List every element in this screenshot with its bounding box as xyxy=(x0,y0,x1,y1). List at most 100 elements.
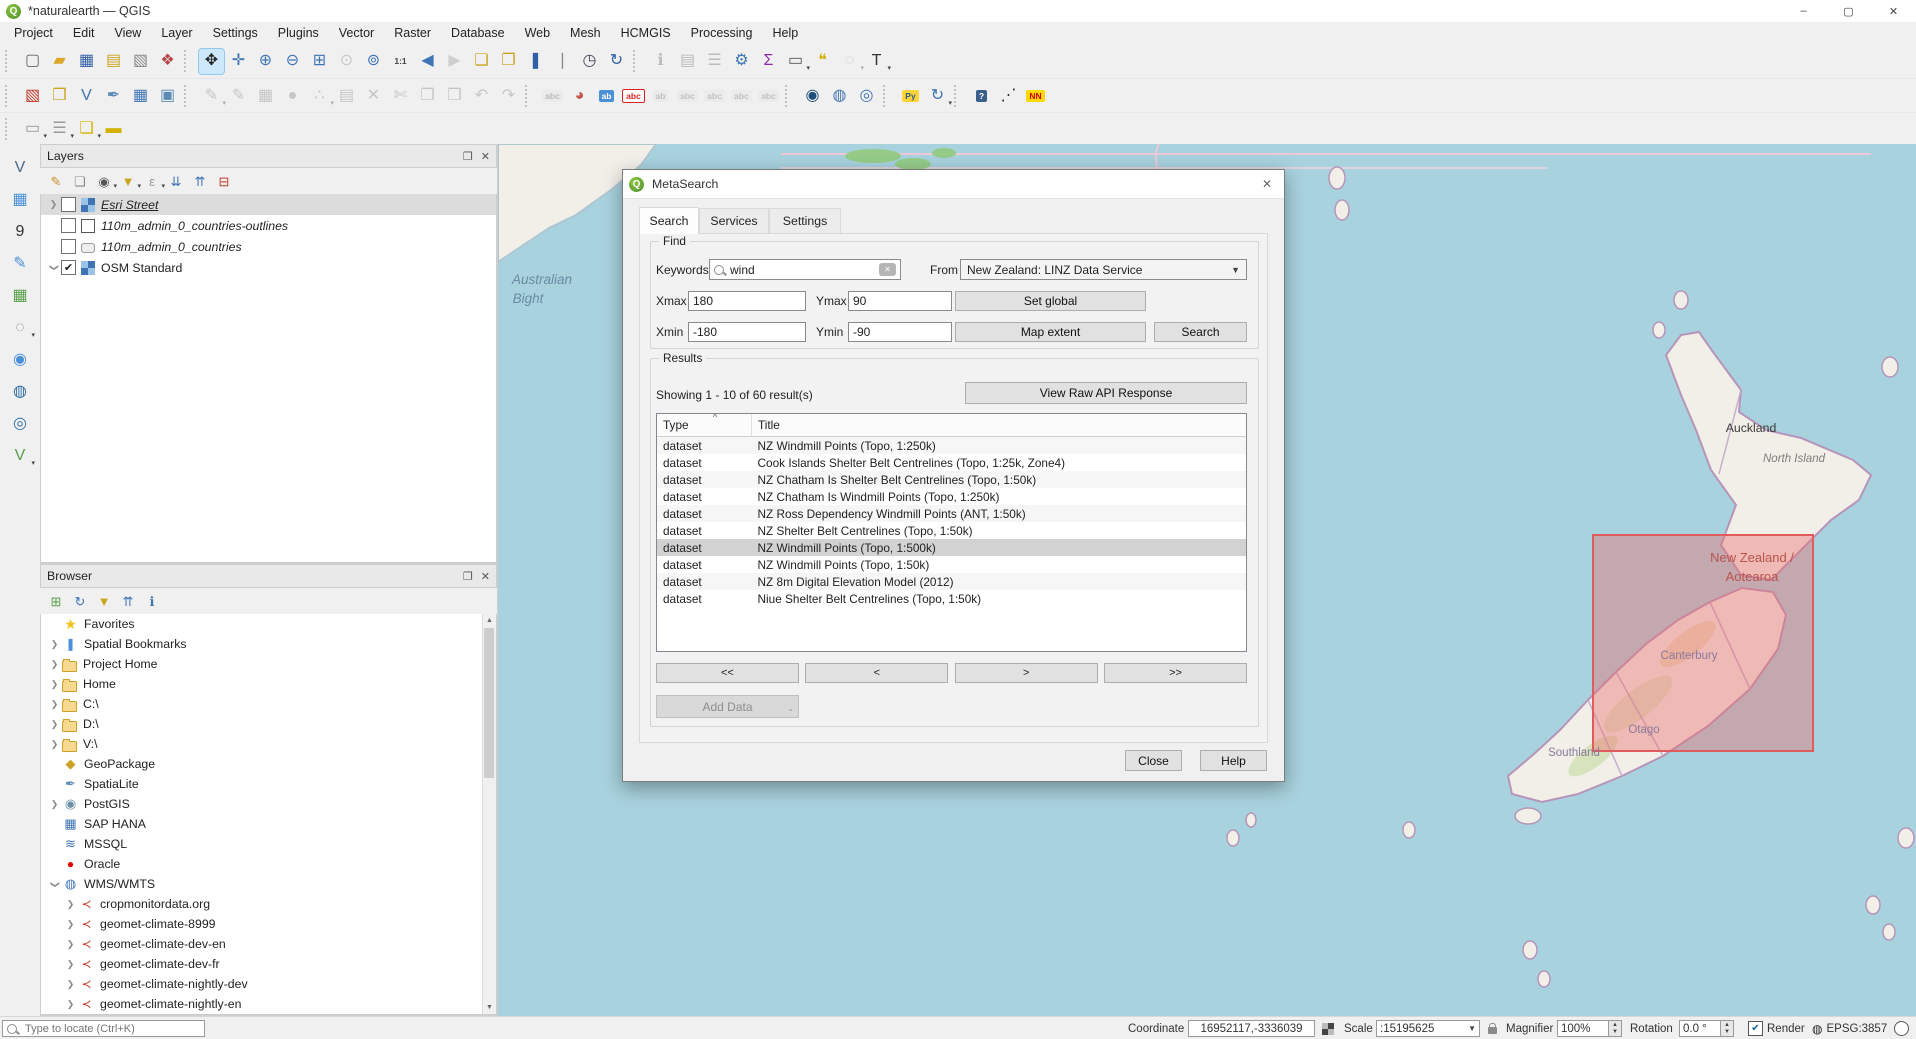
browser-expander-icon[interactable] xyxy=(63,939,78,950)
layer-search-tool-icon[interactable]: ◌ ▾ xyxy=(7,315,33,341)
new-3d-map-view-icon[interactable]: ❐ xyxy=(496,49,521,74)
collapse-browser-icon[interactable]: ⇈ xyxy=(117,590,139,612)
xmax-input[interactable]: 180 xyxy=(688,291,806,311)
browser-item[interactable]: geomet-climate-dev-fr xyxy=(41,954,483,974)
result-row[interactable]: dataset NZ Ross Dependency Windmill Poin… xyxy=(657,505,1246,522)
manage-visibility-icon[interactable]: ◉ ▾ xyxy=(93,170,115,192)
new-project-icon[interactable]: ▢ xyxy=(20,49,45,74)
remove-layer-icon[interactable]: ⊟ xyxy=(213,170,235,192)
map-extent-button[interactable]: Map extent xyxy=(955,322,1146,342)
layer-visibility-checkbox[interactable] xyxy=(61,197,76,212)
metasearch-icon[interactable]: ◉ xyxy=(800,84,825,109)
map-tips-icon[interactable]: ❝ xyxy=(810,49,835,74)
show-pinned-labels-icon[interactable]: ab xyxy=(648,84,673,109)
filter-legend-icon[interactable]: ▼ ▾ xyxy=(117,170,139,192)
browser-item[interactable]: GeoPackage xyxy=(41,754,483,774)
float-panel-icon[interactable]: ❐ xyxy=(463,150,473,163)
open-project-icon[interactable]: ▰ xyxy=(47,49,72,74)
freehand-tool-icon[interactable]: ✎ xyxy=(7,251,33,277)
result-row[interactable]: dataset NZ Chatham Is Shelter Belt Centr… xyxy=(657,471,1246,488)
locate-input[interactable] xyxy=(23,1022,200,1036)
paste-features-icon[interactable]: ❒ xyxy=(442,84,467,109)
menu-item[interactable]: Project xyxy=(4,22,63,44)
result-row[interactable]: dataset Niue Shelter Belt Centrelines (T… xyxy=(657,590,1246,607)
show-bookmarks-icon[interactable]: ❘ xyxy=(550,49,575,74)
magnifier-value[interactable]: 100% xyxy=(1557,1020,1609,1037)
browser-item[interactable]: geomet-climate-8999 xyxy=(41,914,483,934)
add-data-button[interactable]: Add Data ⌄ xyxy=(656,695,799,718)
close-button[interactable]: ✕ xyxy=(1871,0,1916,22)
modify-attributes-icon[interactable]: ▤ xyxy=(334,84,359,109)
globe-overlay-tool-icon[interactable]: ◎ xyxy=(7,411,33,437)
open-attribute-table-icon[interactable]: ▤ xyxy=(675,49,700,74)
temporal-controller-icon[interactable]: ◷ xyxy=(577,49,602,74)
menu-item[interactable]: Settings xyxy=(203,22,268,44)
toggle-editing-icon[interactable]: ✎ xyxy=(226,84,251,109)
text-annotation-icon[interactable]: T ▾ xyxy=(864,49,889,74)
browser-item[interactable]: geomet-climate-nightly-dev xyxy=(41,974,483,994)
result-row[interactable]: dataset NZ Shelter Belt Centrelines (Top… xyxy=(657,522,1246,539)
add-virtual-layer-icon[interactable]: ▣ xyxy=(155,84,180,109)
scroll-up-icon[interactable]: ▲ xyxy=(483,614,496,627)
browser-expander-icon[interactable] xyxy=(47,639,62,650)
show-statistics-icon[interactable]: Σ xyxy=(756,49,781,74)
tab-settings[interactable]: Settings xyxy=(769,208,841,234)
statistical-summary-icon[interactable]: ☰ xyxy=(702,49,727,74)
grid-tool-icon[interactable]: ▦ xyxy=(7,283,33,309)
menu-item[interactable]: Plugins xyxy=(268,22,329,44)
current-edits-icon[interactable]: ✎ ▾ xyxy=(199,84,224,109)
delete-selected-icon[interactable]: ✕ xyxy=(361,84,386,109)
float-panel-icon[interactable]: ❐ xyxy=(463,570,473,583)
curve-digitize-tool-icon[interactable]: 9 xyxy=(7,219,33,245)
add-group-icon[interactable]: ❏ xyxy=(69,170,91,192)
scrollbar-thumb[interactable] xyxy=(484,628,494,778)
quickmapservices-icon[interactable]: ◍ xyxy=(827,84,852,109)
add-selected-layers-icon[interactable]: ⊞ xyxy=(45,590,67,612)
page-prev-button[interactable]: < xyxy=(805,663,948,683)
vertex-tool-icon[interactable]: ∴ ▾ xyxy=(307,84,332,109)
browser-item[interactable]: Project Home xyxy=(41,654,483,674)
zoom-next-icon[interactable]: ▶ xyxy=(442,49,467,74)
browser-item[interactable]: C:\ xyxy=(41,694,483,714)
style-manager-icon[interactable]: ❖ xyxy=(155,49,180,74)
xmin-input[interactable]: -180 xyxy=(688,322,806,342)
change-label-icon[interactable]: abc xyxy=(756,84,781,109)
measure-line-icon[interactable]: ▭ ▾ xyxy=(783,49,808,74)
selection-dropdown-icon[interactable]: ▭ ▾ xyxy=(20,117,45,142)
browser-expander-icon[interactable] xyxy=(63,899,78,910)
zoom-native-icon[interactable]: 1:1 xyxy=(388,49,413,74)
clear-keywords-icon[interactable]: ✕ xyxy=(879,263,896,276)
maximize-button[interactable]: ▢ xyxy=(1826,0,1871,22)
refresh-map-icon[interactable]: ↻ xyxy=(604,49,629,74)
browser-item[interactable]: D:\ xyxy=(41,714,483,734)
pan-to-selection-icon[interactable]: ✛ xyxy=(226,49,251,74)
browser-expander-icon[interactable] xyxy=(47,879,62,890)
save-project-icon[interactable]: ▦ xyxy=(74,49,99,74)
close-panel-icon[interactable]: ✕ xyxy=(481,570,490,583)
move-label-icon[interactable]: abc xyxy=(702,84,727,109)
refresh-browser-icon[interactable]: ↻ xyxy=(69,590,91,612)
menu-item[interactable]: Database xyxy=(441,22,515,44)
undo-icon[interactable]: ↶ xyxy=(469,84,494,109)
browser-item[interactable]: Oracle xyxy=(41,854,483,874)
dialog-close-icon[interactable]: ✕ xyxy=(1250,170,1284,198)
new-print-layout-icon[interactable]: ▤ xyxy=(101,49,126,74)
result-row[interactable]: dataset NZ 8m Digital Elevation Model (2… xyxy=(657,573,1246,590)
help-contents-icon[interactable]: ? xyxy=(969,84,994,109)
browser-item[interactable]: Home xyxy=(41,674,483,694)
layer-row[interactable]: OSM Standard xyxy=(41,257,496,278)
result-row[interactable]: dataset NZ Windmill Points (Topo, 1:250k… xyxy=(657,437,1246,455)
data-source-manager-icon[interactable]: ▧ xyxy=(20,84,45,109)
layer-visibility-checkbox[interactable] xyxy=(61,239,76,254)
geo-pin-tool-icon[interactable]: ◉ xyxy=(7,347,33,373)
browser-expander-icon[interactable] xyxy=(47,799,62,810)
browser-expander-icon[interactable] xyxy=(63,919,78,930)
browser-expander-icon[interactable] xyxy=(47,719,62,730)
help-button[interactable]: Help xyxy=(1200,750,1267,771)
zoom-to-layer-icon[interactable]: ⊚ xyxy=(361,49,386,74)
layer-visibility-checkbox[interactable] xyxy=(61,218,76,233)
menu-item[interactable]: Raster xyxy=(384,22,441,44)
browser-item[interactable]: V:\ xyxy=(41,734,483,754)
zoom-last-icon[interactable]: ◀ xyxy=(415,49,440,74)
rotate-label-icon[interactable]: abc xyxy=(729,84,754,109)
